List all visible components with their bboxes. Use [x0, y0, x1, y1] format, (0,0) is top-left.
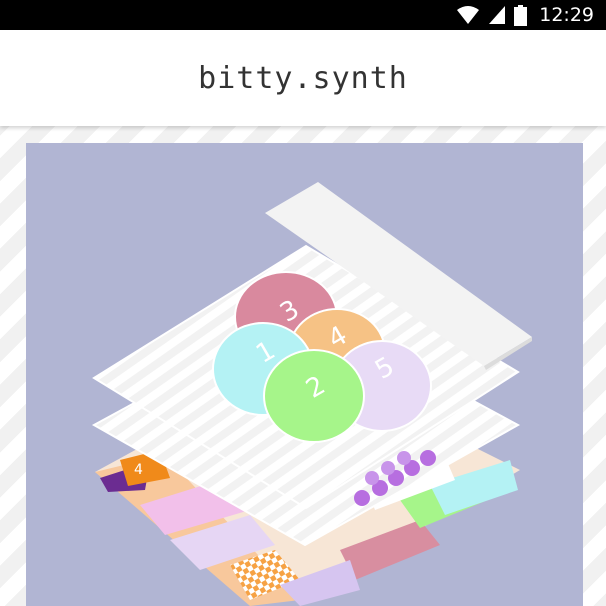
status-icons: 12:29 [456, 0, 594, 30]
app-screen: 12:29 bitty.synth 4 3 4 1 5 2 [0, 0, 606, 606]
status-time: 12:29 [539, 4, 594, 26]
status-bar: 12:29 [0, 0, 606, 30]
app-bar: bitty.synth [0, 30, 606, 126]
hero-card: 4 3 4 1 5 2 [26, 143, 583, 606]
battery-icon [514, 4, 528, 26]
sequencer-label: 4 [134, 462, 143, 478]
layered-synth-illustration: 4 3 4 1 5 2 [91, 182, 532, 606]
app-title: bitty.synth [198, 60, 408, 96]
signal-icon [489, 6, 506, 24]
wifi-icon [457, 6, 480, 24]
pad-2[interactable]: 2 [263, 349, 365, 443]
